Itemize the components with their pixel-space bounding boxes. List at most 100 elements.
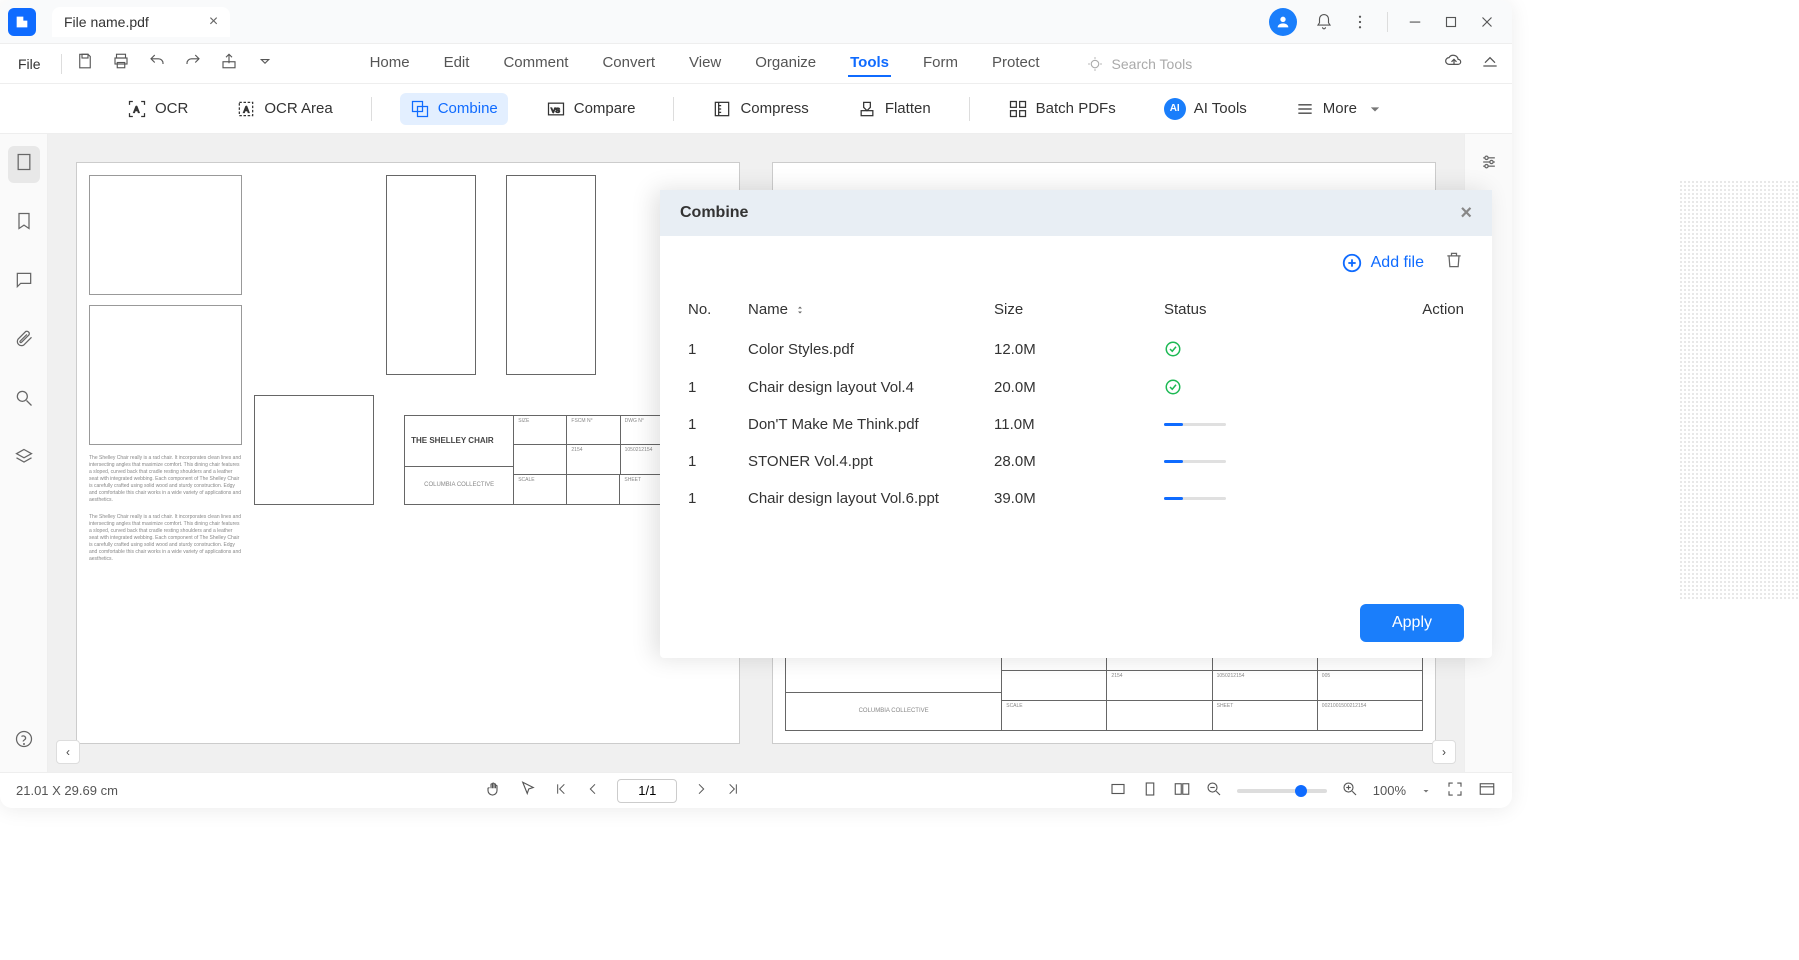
ocr-button[interactable]: A OCR <box>117 93 198 125</box>
menu-comment[interactable]: Comment <box>501 50 570 77</box>
zoom-level: 100% <box>1373 783 1406 798</box>
status-done-icon <box>1164 340 1182 358</box>
search-placeholder: Search Tools <box>1112 56 1193 72</box>
compress-button[interactable]: Compress <box>702 93 818 125</box>
drawing-top <box>254 395 374 505</box>
read-mode-icon[interactable] <box>1478 780 1496 801</box>
user-avatar[interactable] <box>1269 8 1297 36</box>
combine-button[interactable]: Combine <box>400 93 508 125</box>
two-page-icon[interactable] <box>1173 780 1191 801</box>
status-progress-bar <box>1164 497 1226 500</box>
scroll-left-button[interactable]: ‹ <box>56 740 80 764</box>
svg-text:VS: VS <box>551 107 560 114</box>
zoom-out-icon[interactable] <box>1205 780 1223 801</box>
zoom-dropdown-icon[interactable] <box>1420 785 1432 797</box>
document-tab[interactable]: File name.pdf × <box>52 7 230 37</box>
menu-form[interactable]: Form <box>921 50 960 77</box>
tools-toolbar: A OCR A OCR Area Combine VS Compare Comp… <box>0 84 1512 134</box>
zoom-slider[interactable] <box>1237 789 1327 793</box>
combine-panel: Combine × Add file No. Name Size Status … <box>660 190 1492 658</box>
table-row[interactable]: 1Color Styles.pdf12.0M <box>688 330 1464 368</box>
menu-edit[interactable]: Edit <box>442 50 472 77</box>
menu-protect[interactable]: Protect <box>990 50 1042 77</box>
menu-home[interactable]: Home <box>368 50 412 77</box>
menubar: File Home Edit Comment Convert View Orga… <box>0 44 1512 84</box>
close-window-button[interactable] <box>1478 13 1496 31</box>
next-page-icon[interactable] <box>693 781 709 800</box>
dropdown-icon[interactable] <box>256 52 274 75</box>
select-tool-icon[interactable] <box>519 780 537 801</box>
apply-button[interactable]: Apply <box>1360 604 1464 642</box>
compare-button[interactable]: VS Compare <box>536 93 646 125</box>
undo-icon[interactable] <box>148 52 166 75</box>
search-tools[interactable]: Search Tools <box>1086 55 1193 73</box>
statusbar: 21.01 X 29.69 cm 100% <box>0 772 1512 808</box>
maximize-button[interactable] <box>1442 13 1460 31</box>
ocr-area-button[interactable]: A OCR Area <box>226 93 342 125</box>
delete-icon[interactable] <box>1444 250 1464 275</box>
titlebar: File name.pdf × <box>0 0 1512 44</box>
scroll-right-button[interactable]: › <box>1432 740 1456 764</box>
table-row[interactable]: 1Chair design layout Vol.420.0M <box>688 368 1464 406</box>
ai-tools-button[interactable]: AI AI Tools <box>1154 92 1257 126</box>
sketch-thumbnail <box>89 175 242 295</box>
print-icon[interactable] <box>112 52 130 75</box>
properties-icon[interactable] <box>1473 146 1505 183</box>
table-row[interactable]: 1Don'T Make Me Think.pdf11.0M <box>688 406 1464 443</box>
fullscreen-icon[interactable] <box>1446 780 1464 801</box>
close-tab-icon[interactable]: × <box>209 13 218 31</box>
collapse-ribbon-icon[interactable] <box>1480 51 1500 76</box>
left-sidebar <box>0 134 48 772</box>
attachments-icon[interactable] <box>8 323 40 360</box>
cloud-icon[interactable] <box>1444 51 1464 76</box>
svg-text:A: A <box>134 104 140 114</box>
minimize-button[interactable] <box>1406 13 1424 31</box>
page-1: The Shelley Chair really is a rad chair.… <box>76 162 740 744</box>
file-menu[interactable]: File <box>12 52 47 76</box>
drawing-front <box>386 175 476 375</box>
col-name[interactable]: Name <box>748 301 994 318</box>
redo-icon[interactable] <box>184 52 202 75</box>
fit-page-icon[interactable] <box>1141 780 1159 801</box>
add-file-button[interactable]: Add file <box>1341 252 1424 274</box>
search-icon[interactable] <box>8 382 40 419</box>
zoom-in-icon[interactable] <box>1341 780 1359 801</box>
main-menu: Home Edit Comment Convert View Organize … <box>368 50 1042 77</box>
menu-organize[interactable]: Organize <box>753 50 818 77</box>
page-body-text: The Shelley Chair really is a rad chair.… <box>89 514 242 563</box>
notifications-icon[interactable] <box>1315 13 1333 31</box>
table-row[interactable]: 1Chair design layout Vol.6.ppt39.0M <box>688 480 1464 517</box>
sort-icon[interactable] <box>794 304 806 316</box>
help-icon[interactable] <box>8 723 40 760</box>
comments-icon[interactable] <box>8 264 40 301</box>
table-row[interactable]: 1STONER Vol.4.ppt28.0M <box>688 443 1464 480</box>
batch-button[interactable]: Batch PDFs <box>998 93 1126 125</box>
page-number-input[interactable] <box>617 779 677 803</box>
layers-icon[interactable] <box>8 441 40 478</box>
menu-tools[interactable]: Tools <box>848 50 891 77</box>
prev-page-icon[interactable] <box>585 781 601 800</box>
svg-text:A: A <box>244 104 250 114</box>
save-icon[interactable] <box>76 52 94 75</box>
bookmarks-icon[interactable] <box>8 205 40 242</box>
page-dimensions: 21.01 X 29.69 cm <box>16 783 118 798</box>
hand-tool-icon[interactable] <box>485 780 503 801</box>
status-done-icon <box>1164 378 1182 396</box>
first-page-icon[interactable] <box>553 781 569 800</box>
panel-title: Combine <box>680 204 748 222</box>
status-progress-bar <box>1164 423 1226 426</box>
page-body-text: The Shelley Chair really is a rad chair.… <box>89 455 242 504</box>
app-window: File name.pdf × File <box>0 0 1512 808</box>
ai-icon: AI <box>1164 98 1186 120</box>
more-options-icon[interactable] <box>1351 13 1369 31</box>
last-page-icon[interactable] <box>725 781 741 800</box>
menu-convert[interactable]: Convert <box>600 50 657 77</box>
more-button[interactable]: More <box>1285 93 1395 125</box>
menu-view[interactable]: View <box>687 50 723 77</box>
close-panel-icon[interactable]: × <box>1460 202 1472 225</box>
fit-width-icon[interactable] <box>1109 780 1127 801</box>
col-status: Status <box>1164 301 1394 318</box>
share-icon[interactable] <box>220 52 238 75</box>
flatten-button[interactable]: Flatten <box>847 93 941 125</box>
thumbnails-icon[interactable] <box>8 146 40 183</box>
